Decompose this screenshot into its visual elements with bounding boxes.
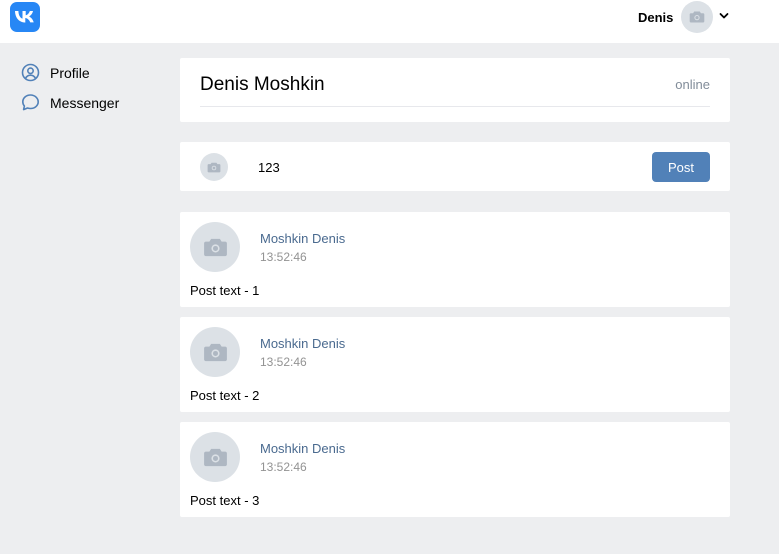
top-header: Denis [0, 0, 779, 43]
header-avatar[interactable] [681, 1, 713, 33]
post-timestamp: 13:52:46 [260, 460, 307, 474]
post-author-link[interactable]: Moshkin Denis [260, 231, 345, 246]
avatar[interactable] [190, 432, 240, 482]
post-timestamp: 13:52:46 [260, 355, 307, 369]
camera-icon [203, 343, 227, 361]
profile-card: Denis Moshkin online [180, 58, 730, 122]
post-author-link[interactable]: Moshkin Denis [260, 336, 345, 351]
camera-icon [203, 448, 227, 466]
chevron-down-icon[interactable] [719, 11, 729, 21]
sidebar-item-messenger[interactable]: Messenger [21, 93, 119, 112]
avatar [200, 153, 228, 181]
sidebar-item-label: Messenger [50, 94, 120, 111]
speech-bubble-icon [21, 93, 40, 112]
profile-name: Denis Moshkin [200, 74, 325, 95]
post-card: Moshkin Denis 13:52:46 Post text - 2 [180, 317, 730, 412]
user-circle-icon [21, 63, 40, 82]
post-card: Moshkin Denis 13:52:46 Post text - 3 [180, 422, 730, 517]
header-user-name[interactable]: Denis [638, 10, 673, 25]
post-author-link[interactable]: Moshkin Denis [260, 441, 345, 456]
post-text: Post text - 3 [190, 493, 260, 508]
sidebar-item-profile[interactable]: Profile [21, 63, 90, 82]
post-button[interactable]: Post [652, 152, 710, 182]
divider [200, 106, 710, 107]
post-text: Post text - 2 [190, 388, 260, 403]
vk-logo-icon[interactable] [10, 2, 40, 32]
camera-icon [207, 162, 221, 172]
post-card: Moshkin Denis 13:52:46 Post text - 1 [180, 212, 730, 307]
compose-card: Post [180, 142, 730, 191]
status-badge: online [675, 77, 710, 92]
avatar[interactable] [190, 327, 240, 377]
camera-icon [203, 238, 227, 256]
avatar[interactable] [190, 222, 240, 272]
sidebar-item-label: Profile [50, 64, 90, 81]
post-timestamp: 13:52:46 [260, 250, 307, 264]
post-text: Post text - 1 [190, 283, 260, 298]
post-input[interactable] [248, 155, 628, 179]
camera-icon [689, 11, 705, 23]
